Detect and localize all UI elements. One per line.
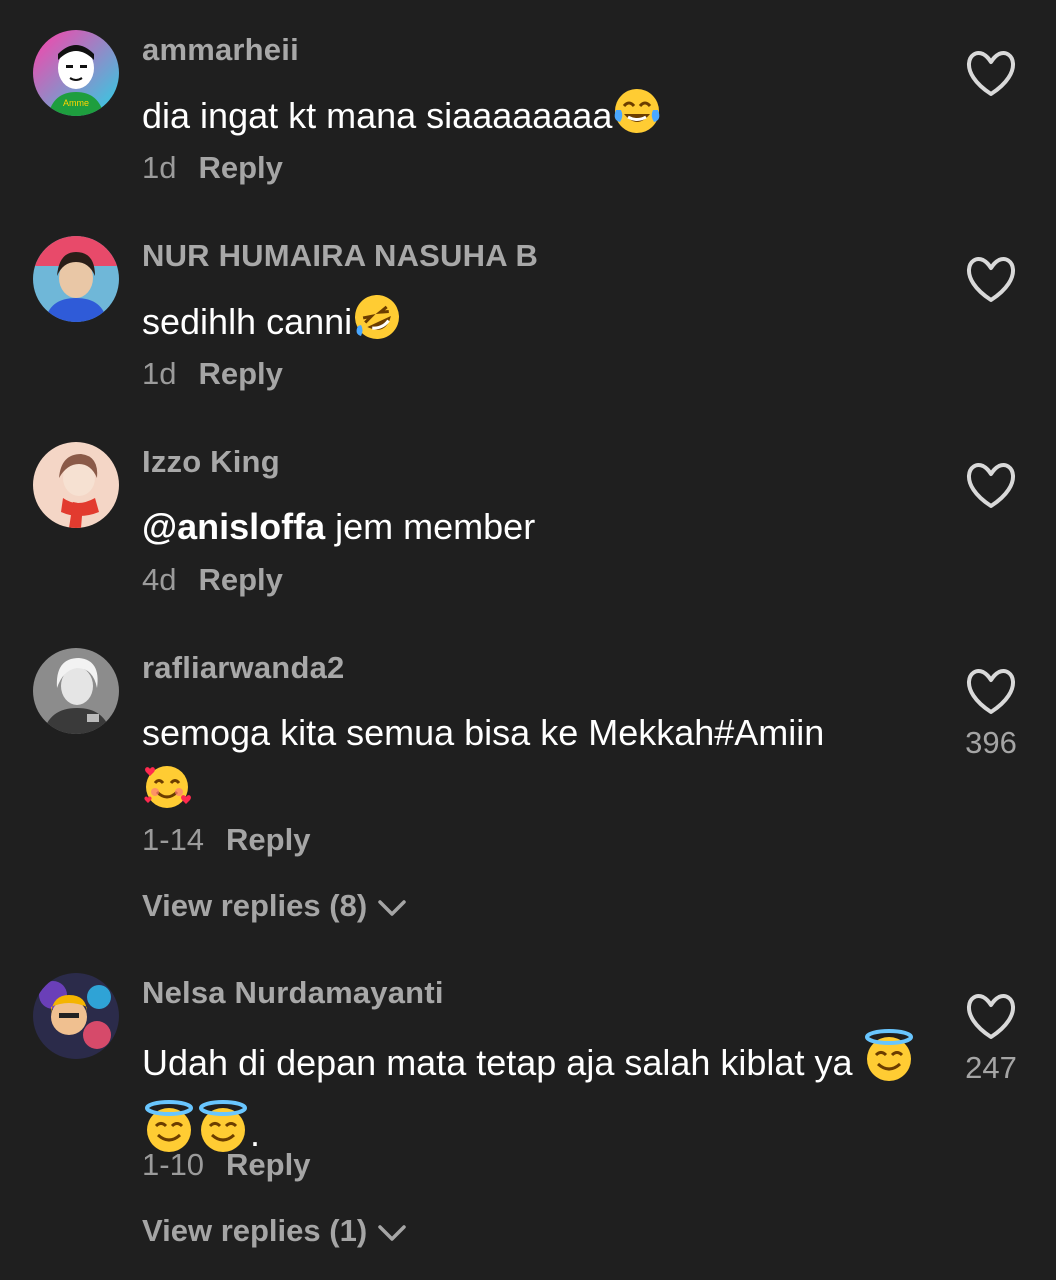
- like-button[interactable]: [961, 462, 1021, 515]
- comment-date: 1-14: [142, 822, 205, 857]
- avatar[interactable]: [33, 442, 119, 528]
- view-replies-button[interactable]: View replies (1): [142, 1213, 407, 1251]
- avatar[interactable]: [33, 236, 119, 322]
- comment-meta: 1-10 Reply: [142, 1147, 310, 1183]
- avatar[interactable]: Amme: [33, 30, 119, 116]
- comment-text: @anisloffa jem member: [142, 506, 536, 547]
- face-with-tears-of-joy-icon: [612, 86, 662, 153]
- like-count: 396: [965, 725, 1017, 760]
- avatar[interactable]: [33, 648, 119, 734]
- avatar[interactable]: [33, 973, 119, 1059]
- comment-text: sedihlh canni: [142, 292, 922, 359]
- comment-text: dia ingat kt mana siaaaaaaaa: [142, 86, 922, 153]
- reply-button[interactable]: Reply: [226, 1147, 310, 1182]
- comment-date: 4d: [142, 562, 177, 597]
- comment-meta: 1d Reply: [142, 356, 283, 392]
- comment-date: 1-10: [142, 1147, 205, 1182]
- comment-meta: 4d Reply: [142, 562, 283, 598]
- reply-button[interactable]: Reply: [198, 562, 282, 597]
- username[interactable]: Nelsa Nurdamayanti: [142, 975, 444, 1011]
- heart-icon: [967, 994, 1015, 1039]
- heart-icon: [967, 669, 1015, 714]
- view-replies-label: View replies (8): [142, 888, 368, 923]
- comment-text: semoga kita semua bisa ke Mekkah#Amiin: [142, 704, 922, 829]
- svg-text:Amme: Amme: [63, 98, 89, 108]
- like-button[interactable]: 247: [961, 993, 1021, 1086]
- reply-button[interactable]: Reply: [198, 150, 282, 185]
- username[interactable]: ammarheii: [142, 32, 299, 68]
- reply-button[interactable]: Reply: [226, 822, 310, 857]
- view-replies-button[interactable]: View replies (8): [142, 888, 407, 926]
- view-replies-label: View replies (1): [142, 1213, 368, 1248]
- username[interactable]: rafliarwanda2: [142, 650, 344, 686]
- comment-date: 1d: [142, 150, 177, 185]
- chevron-down-icon: [377, 890, 407, 926]
- like-button[interactable]: [961, 50, 1021, 103]
- smiling-face-with-halo-icon: [862, 1029, 916, 1100]
- reply-button[interactable]: Reply: [198, 356, 282, 391]
- rolling-on-floor-laughing-icon: [352, 292, 402, 359]
- heart-icon: [967, 463, 1015, 508]
- comment-meta: 1-14 Reply: [142, 822, 310, 858]
- heart-icon: [967, 51, 1015, 96]
- like-button[interactable]: 396: [961, 668, 1021, 761]
- heart-icon: [967, 257, 1015, 302]
- smiling-face-with-hearts-icon: [142, 762, 192, 829]
- username[interactable]: Izzo King: [142, 444, 280, 480]
- mention-link[interactable]: @anisloffa: [142, 506, 325, 547]
- chevron-down-icon: [377, 1215, 407, 1251]
- username[interactable]: NUR HUMAIRA NASUHA B: [142, 238, 538, 274]
- comment-meta: 1d Reply: [142, 150, 283, 186]
- like-button[interactable]: [961, 256, 1021, 309]
- like-count: 247: [965, 1050, 1017, 1085]
- comment-date: 1d: [142, 356, 177, 391]
